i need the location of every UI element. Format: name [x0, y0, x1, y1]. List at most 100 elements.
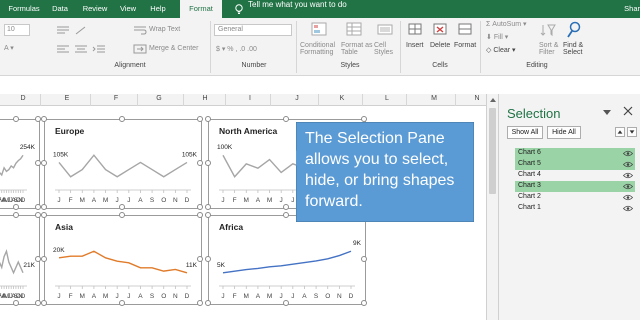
resize-handle[interactable]: [13, 116, 19, 122]
selection-item[interactable]: Chart 4: [515, 170, 635, 181]
pane-options-icon[interactable]: [603, 110, 611, 116]
orientation-icon[interactable]: [74, 25, 88, 35]
resize-handle[interactable]: [13, 212, 19, 218]
resize-handle[interactable]: [205, 116, 211, 122]
resize-handle[interactable]: [119, 116, 125, 122]
column-j[interactable]: J: [287, 95, 307, 102]
resize-handle[interactable]: [197, 116, 203, 122]
tab-help[interactable]: Help: [146, 0, 170, 18]
column-k[interactable]: K: [332, 95, 352, 102]
resize-handle[interactable]: [41, 160, 47, 166]
chart-europe[interactable]: Europe J F M A M J J A S O N D 105K 105K: [44, 119, 202, 209]
tell-me-box[interactable]: Tell me what you want to do: [248, 0, 347, 9]
clear-button[interactable]: ◇ Clear ▾: [486, 46, 516, 54]
merge-center-button[interactable]: Merge & Center: [149, 45, 198, 52]
tab-formulas[interactable]: Formulas: [6, 0, 42, 18]
chart-asia[interactable]: Asia J F M A M J J A S O N D 20K 11K: [44, 215, 202, 305]
font-size-select[interactable]: 10: [4, 24, 30, 36]
autosum-button[interactable]: Σ AutoSum ▾: [486, 20, 527, 28]
hide-all-button[interactable]: Hide All: [547, 126, 581, 139]
align-top-icon[interactable]: [56, 25, 70, 35]
resize-handle[interactable]: [197, 212, 203, 218]
chart-partial-top[interactable]: JFMAMJJASOND254K: [0, 119, 40, 209]
tab-review[interactable]: Review: [80, 0, 110, 18]
resize-handle[interactable]: [205, 160, 211, 166]
number-format-buttons[interactable]: $ ▾ % , .0 .00: [216, 45, 257, 53]
sort-filter-button[interactable]: Sort & Filter: [539, 42, 558, 56]
resize-handle[interactable]: [361, 256, 367, 262]
column-n[interactable]: N: [467, 95, 487, 102]
chart-partial-bottom[interactable]: JFMAMJJASOND21K: [0, 215, 40, 305]
send-backward-icon[interactable]: [627, 127, 637, 137]
column-l[interactable]: L: [377, 95, 397, 102]
column-m[interactable]: M: [424, 95, 444, 102]
resize-handle[interactable]: [197, 256, 203, 262]
font-color-button[interactable]: A ▾: [4, 44, 14, 52]
close-icon[interactable]: [623, 106, 633, 116]
visibility-eye-icon[interactable]: [623, 205, 633, 212]
visibility-eye-icon[interactable]: [623, 161, 633, 168]
fill-button[interactable]: ⬇ Fill ▾: [486, 33, 508, 41]
visibility-eye-icon[interactable]: [623, 194, 633, 201]
column-i[interactable]: I: [240, 95, 260, 102]
selection-item[interactable]: Chart 3: [515, 181, 635, 192]
resize-handle[interactable]: [119, 300, 125, 306]
resize-handle[interactable]: [41, 212, 47, 218]
resize-handle[interactable]: [283, 116, 289, 122]
visibility-eye-icon[interactable]: [623, 150, 633, 157]
tab-data[interactable]: Data: [47, 0, 73, 18]
scrollbar-thumb[interactable]: [489, 108, 496, 194]
resize-handle[interactable]: [119, 204, 125, 210]
resize-handle[interactable]: [197, 204, 203, 210]
selection-item[interactable]: Chart 1: [515, 203, 635, 214]
selection-item[interactable]: Chart 2: [515, 192, 635, 203]
align-center-icon[interactable]: [74, 44, 88, 54]
visibility-eye-icon[interactable]: [623, 183, 633, 190]
format-as-table-button[interactable]: Format as Table: [341, 42, 373, 56]
resize-handle[interactable]: [41, 300, 47, 306]
resize-handle[interactable]: [197, 300, 203, 306]
conditional-formatting-button[interactable]: Conditional Formatting: [300, 42, 335, 56]
column-e[interactable]: E: [57, 95, 77, 102]
resize-handle[interactable]: [205, 204, 211, 210]
wrap-text-button[interactable]: Wrap Text: [149, 26, 180, 33]
resize-handle[interactable]: [13, 204, 19, 210]
cell-styles-button[interactable]: Cell Styles: [374, 42, 393, 56]
resize-handle[interactable]: [41, 204, 47, 210]
delete-button[interactable]: Delete: [430, 42, 450, 49]
resize-handle[interactable]: [41, 256, 47, 262]
indent-icon[interactable]: [92, 44, 106, 54]
selection-item[interactable]: Chart 6: [515, 148, 635, 159]
resize-handle[interactable]: [205, 256, 211, 262]
column-h[interactable]: H: [195, 95, 215, 102]
resize-handle[interactable]: [205, 300, 211, 306]
selection-item[interactable]: Chart 5: [515, 159, 635, 170]
visibility-eye-icon[interactable]: [623, 172, 633, 179]
resize-handle[interactable]: [197, 160, 203, 166]
resize-handle[interactable]: [283, 212, 289, 218]
find-select-button[interactable]: Find & Select: [563, 42, 583, 56]
show-all-button[interactable]: Show All: [507, 126, 543, 139]
resize-handle[interactable]: [283, 300, 289, 306]
resize-handle[interactable]: [41, 116, 47, 122]
column-f[interactable]: F: [106, 95, 126, 102]
resize-handle[interactable]: [283, 204, 289, 210]
format-button[interactable]: Format: [454, 42, 476, 49]
chart-africa[interactable]: Africa J F M A M J J A S O N D 5K 9K: [208, 215, 366, 305]
resize-handle[interactable]: [361, 300, 367, 306]
column-g[interactable]: G: [149, 95, 169, 102]
resize-handle[interactable]: [119, 212, 125, 218]
vertical-scrollbar[interactable]: [486, 94, 498, 320]
scroll-up-icon[interactable]: [489, 96, 497, 104]
align-left-icon[interactable]: [56, 44, 70, 54]
bring-forward-icon[interactable]: [615, 127, 625, 137]
share-button[interactable]: Shar: [624, 0, 640, 17]
tab-view[interactable]: View: [116, 0, 140, 18]
x-tick-label: F: [233, 293, 237, 300]
insert-button[interactable]: Insert: [406, 42, 424, 49]
tab-format[interactable]: Format: [180, 0, 222, 18]
number-format-select[interactable]: General: [214, 24, 292, 36]
column-d[interactable]: D: [13, 95, 33, 102]
resize-handle[interactable]: [13, 300, 19, 306]
resize-handle[interactable]: [205, 212, 211, 218]
